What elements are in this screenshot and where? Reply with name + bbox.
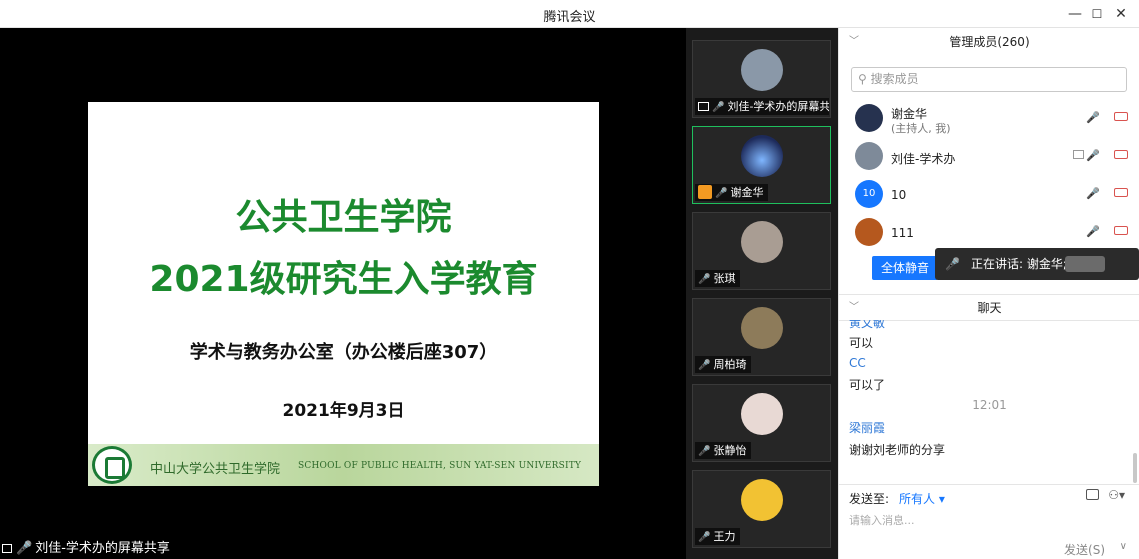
send-button[interactable]: 发送(S) [1064,541,1105,558]
mic-on-icon: 🎤 [715,188,728,199]
mic-muted-icon[interactable]: 🎤 [1086,187,1100,200]
video-tile[interactable]: 🎤 王力 [692,470,831,548]
chat-input[interactable]: 请输入消息... [849,512,915,528]
avatar [741,221,783,263]
member-row[interactable]: 刘佳-学术办 🎤 [839,138,1139,176]
avatar [741,393,783,435]
send-to-selector[interactable]: 发送至: 所有人 ▾ [849,490,945,507]
mic-on-icon: 🎤 [945,257,960,271]
mic-muted-icon[interactable]: 🎤 [1086,225,1100,238]
mic-muted-icon: 🎤 [698,360,711,371]
avatar [855,218,883,246]
close-button[interactable]: ✕ [1110,4,1132,24]
blurred-logo-icon [1065,256,1105,272]
avatar: 10 [855,180,883,208]
chat-header[interactable]: ﹀ 聊天 [839,295,1139,321]
camera-off-icon[interactable] [1114,188,1128,197]
chat-messages[interactable]: 黄文敏 可以 CC 可以了 12:01 梁丽霞 谢谢刘老师的分享 [839,320,1139,482]
send-to-value[interactable]: 所有人 ▾ [899,492,945,506]
presentation-slide: 公共卫生学院 2021级研究生入学教育 学术与教务办公室（办公楼后座307） 2… [88,102,599,486]
shared-screen-stage[interactable]: 公共卫生学院 2021级研究生入学教育 学术与教务办公室（办公楼后座307） 2… [0,28,686,559]
slide-title-school: 公共卫生学院 [235,197,452,238]
slide-title-event: 2021级研究生入学教育 [149,259,538,300]
minimize-button[interactable]: — [1064,4,1086,24]
mic-muted-icon: 🎤 [16,541,33,556]
search-icon: ⚲ [858,72,871,86]
mic-on-icon[interactable]: 🎤 [1086,111,1100,124]
side-panel: ﹀ 管理成员(260) ⚲ 搜索成员 谢金华 (主持人, 我) 🎤 刘佳-学术办… [838,28,1139,559]
members-header[interactable]: ﹀ 管理成员(260) [839,29,1139,55]
slide-footer: 中山大学公共卫生学院 SCHOOL OF PUBLIC HEALTH, SUN … [88,444,599,486]
chat-message: 可以了 [849,378,886,392]
divider [839,484,1139,485]
chevron-down-icon[interactable]: ∨ [1120,541,1127,552]
user-settings-icon[interactable]: ⚇▾ [1108,488,1125,502]
chat-sender: 梁丽霞 [849,421,886,435]
footer-school-en: SCHOOL OF PUBLIC HEALTH, SUN YAT-SEN UNI… [298,461,582,471]
video-tile[interactable]: 🎤 张静怡 [692,384,831,462]
video-strip: 🎤刘佳-学术办的屏幕共... 🎤谢金华 🎤张琪 🎤周柏琦 🎤张静怡 🎤王力 [686,28,837,559]
chat-sender: 黄文敏 [849,320,886,330]
mute-all-button[interactable]: 全体静音 [872,256,938,280]
avatar [741,479,783,521]
footer-school-cn: 中山大学公共卫生学院 [150,462,281,477]
mic-muted-icon: 🎤 [698,274,711,285]
camera-off-icon[interactable] [1114,112,1128,121]
video-tile[interactable]: 🎤 谢金华 [692,126,831,204]
share-screen-icon [2,544,12,553]
avatar [855,104,883,132]
camera-off-icon[interactable] [1114,226,1128,235]
maximize-button[interactable]: ☐ [1086,4,1108,24]
member-row[interactable]: 谢金华 (主持人, 我) 🎤 [839,100,1139,138]
camera-off-icon[interactable] [1114,150,1128,159]
image-icon[interactable] [1086,489,1099,500]
mic-muted-icon: 🎤 [698,446,711,457]
chat-message: 谢谢刘老师的分享 [849,443,946,457]
tile-name: 🎤 张静怡 [695,442,752,459]
chevron-down-icon[interactable]: ﹀ [849,295,859,321]
tencent-meeting-window: 腾讯会议 — ☐ ✕ 公共卫生学院 2021级研究生入学教育 学术与教务办公室（… [0,0,1139,559]
chat-message: 可以 [849,336,874,350]
host-icon [698,185,712,199]
member-row[interactable]: 10 10 🎤 [839,176,1139,214]
screen-share-label: 🎤 刘佳-学术办的屏幕共享 [0,539,176,559]
slide-date: 2021年9月3日 [282,401,405,421]
video-tile[interactable]: 🎤刘佳-学术办的屏幕共... [692,40,831,118]
avatar [741,49,783,91]
share-label-text: 刘佳-学术办的屏幕共享 [35,541,170,556]
chat-sender: CC [849,356,866,370]
slide-office: 学术与教务办公室（办公楼后座307） [189,342,498,363]
video-tile[interactable]: 🎤 张琪 [692,212,831,290]
mic-muted-icon: 🎤 [698,532,711,543]
tile-name: 🎤 谢金华 [695,184,769,201]
share-screen-icon [1073,150,1084,159]
avatar [855,142,883,170]
mic-muted-icon: 🎤 [712,102,725,113]
avatar [741,307,783,349]
tile-name: 🎤刘佳-学术办的屏幕共... [695,98,829,115]
mic-muted-icon[interactable]: 🎤 [1086,149,1100,162]
title-bar: 腾讯会议 — ☐ ✕ [0,0,1139,28]
chevron-down-icon[interactable]: ﹀ [849,29,859,55]
tile-name: 🎤 周柏琦 [695,356,752,373]
university-seal-icon [92,446,132,484]
tile-name: 🎤 张琪 [695,270,741,287]
speaking-indicator: 🎤 正在讲话: 谢金华; [935,248,1139,280]
share-screen-icon [698,102,709,111]
window-title: 腾讯会议 [543,10,596,25]
tile-name: 🎤 王力 [695,528,741,545]
video-tile[interactable]: 🎤 周柏琦 [692,298,831,376]
member-search-input[interactable]: ⚲ 搜索成员 [851,67,1127,92]
chat-scrollbar[interactable] [1133,453,1137,483]
avatar [741,135,783,177]
member-row[interactable]: 111 🎤 [839,214,1139,252]
chat-timestamp: 12:01 [972,398,1007,412]
